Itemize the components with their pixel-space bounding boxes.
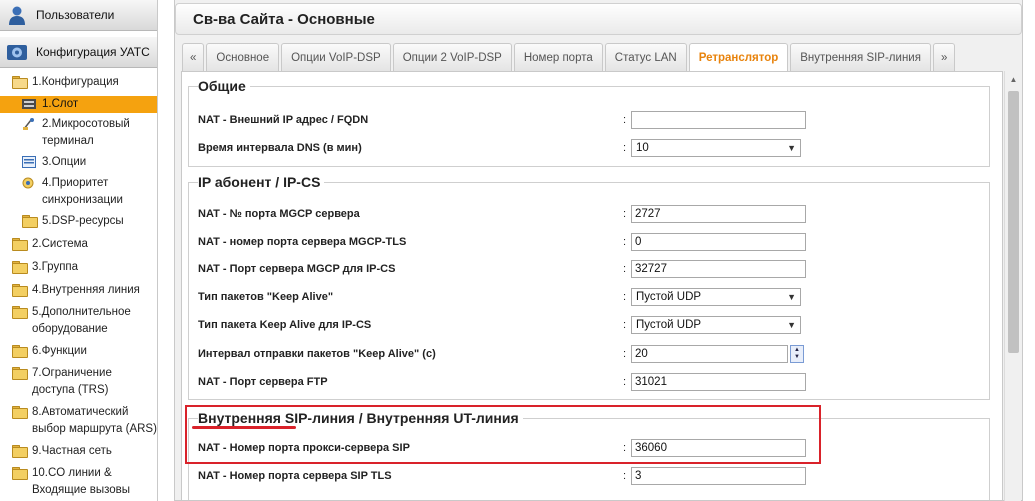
tree-item-group[interactable]: 3.Группа [0, 259, 157, 276]
chevron-down-icon: ▼ [787, 292, 796, 302]
tree-item-private-network[interactable]: 9.Частная сеть [0, 443, 157, 460]
slot-icon [22, 98, 36, 110]
config-tree: 1.Конфигурация 1.Слот 2.Микросотовый тер… [0, 68, 157, 499]
tree-item-co-lines[interactable]: 10.CO линии & Входящие вызовы [0, 465, 157, 499]
sip-tls-port-input[interactable] [631, 467, 806, 485]
folder-icon [12, 445, 26, 457]
chevron-down-icon: ▼ [787, 320, 796, 330]
ftp-port-input[interactable] [631, 373, 806, 391]
tree-item-extension[interactable]: 4.Внутренняя линия [0, 282, 157, 299]
row-external-ip: NAT - Внешний IP адрес / FQDN : [198, 106, 988, 134]
folder-icon [12, 406, 26, 418]
users-icon [6, 4, 28, 26]
main-panel: Св-ва Сайта - Основные « Основное Опции … [174, 0, 1023, 501]
sync-icon [22, 177, 36, 189]
folder-icon [12, 261, 26, 273]
tree-item-system[interactable]: 2.Система [0, 236, 157, 253]
antenna-icon [22, 118, 36, 130]
tab-lan-status[interactable]: Статус LAN [604, 43, 687, 71]
mgcp-ipcs-port-input[interactable] [631, 260, 806, 278]
folder-icon [12, 367, 26, 379]
folder-icon [12, 467, 26, 479]
keepalive-interval-input[interactable] [631, 345, 788, 363]
scrollbar-thumb[interactable] [1008, 91, 1019, 353]
folder-icon [12, 345, 26, 357]
tree-item-dsp[interactable]: 5.DSP-ресурсы [0, 213, 157, 230]
chevron-down-icon: ▼ [787, 143, 796, 153]
folder-icon [12, 306, 26, 318]
row-keepalive-ipcs: Тип пакета Keep Alive для IP-CS : Пустой… [198, 311, 988, 339]
page-title: Св-ва Сайта - Основные [175, 3, 1022, 35]
tab-voip-dsp[interactable]: Опции VoIP-DSP [281, 43, 391, 71]
row-keepalive-type: Тип пакетов "Keep Alive" : Пустой UDP ▼ [198, 283, 988, 311]
row-mgcp-tls-port: NAT - номер порта сервера MGCP-TLS : [198, 228, 988, 256]
folder-icon [22, 215, 36, 227]
row-mgcp-ipcs-port: NAT - Порт сервера MGCP для IP-CS : [198, 255, 988, 283]
tree-item-microcell[interactable]: 2.Микросотовый терминал [0, 116, 157, 150]
dns-interval-select[interactable]: 10 ▼ [631, 139, 801, 157]
tree-item-sync-priority[interactable]: 4.Приоритет синхронизации [0, 175, 157, 209]
tree-item-features[interactable]: 6.Функции [0, 343, 157, 360]
tab-port-number[interactable]: Номер порта [513, 43, 603, 71]
sidebar-header-config-label: Конфигурация УАТС [36, 45, 150, 59]
folder-icon [12, 238, 26, 250]
folder-open-icon [12, 76, 26, 88]
keepalive-ipcs-select[interactable]: Пустой UDP ▼ [631, 316, 801, 334]
pbx-config-icon [6, 41, 28, 63]
sidebar-header-users[interactable]: Пользователи [0, 0, 157, 31]
spinner-arrows-icon[interactable]: ▲ ▼ [790, 345, 804, 363]
tree-item-slot[interactable]: 1.Слот [0, 96, 157, 113]
tree-item-extra-equipment[interactable]: 5.Дополнительное оборудование [0, 304, 157, 338]
tab-scroll-right[interactable]: » [932, 43, 956, 71]
sidebar-header-users-label: Пользователи [36, 8, 115, 22]
vertical-scrollbar[interactable]: ▲ [1004, 71, 1021, 501]
external-ip-input[interactable] [631, 111, 806, 129]
tree-item-configuration[interactable]: 1.Конфигурация [0, 74, 157, 91]
tree-item-trs[interactable]: 7.Ограничение доступа (TRS) [0, 365, 157, 399]
red-highlight-box [185, 405, 821, 464]
row-sip-tls-port: NAT - Номер порта сервера SIP TLS : [198, 462, 988, 490]
tab-voip-dsp-2[interactable]: Опции 2 VoIP-DSP [392, 43, 512, 71]
mgcp-port-input[interactable] [631, 205, 806, 223]
tab-basic[interactable]: Основное [206, 43, 280, 71]
tab-scroll-left[interactable]: « [182, 43, 205, 71]
tab-relay[interactable]: Ретранслятор [688, 43, 789, 72]
keepalive-type-select[interactable]: Пустой UDP ▼ [631, 288, 801, 306]
tab-sip-extension[interactable]: Внутренняя SIP-линия [790, 43, 931, 71]
tree-item-options[interactable]: 3.Опции [0, 154, 157, 171]
folder-icon [12, 284, 26, 296]
mgcp-tls-port-input[interactable] [631, 233, 806, 251]
settings-content: Общие NAT - Внешний IP адрес / FQDN : Вр… [181, 71, 1003, 501]
options-icon [22, 156, 36, 168]
sidebar: Пользователи Конфигурация УАТС 1.Конфигу… [0, 0, 158, 501]
tab-bar: « Основное Опции VoIP-DSP Опции 2 VoIP-D… [182, 43, 957, 72]
red-underline-mark [192, 426, 296, 429]
row-mgcp-port: NAT - № порта MGCP сервера : [198, 200, 988, 228]
row-ftp-port: NAT - Порт сервера FTP : [198, 368, 988, 396]
row-dns-interval: Время интервала DNS (в мин) : 10 ▼ [198, 134, 988, 162]
scroll-up-icon[interactable]: ▲ [1005, 71, 1022, 88]
sidebar-header-config[interactable]: Конфигурация УАТС [0, 37, 157, 68]
tree-item-ars[interactable]: 8.Автоматический выбор маршрута (ARS) [0, 404, 157, 438]
row-keepalive-interval: Интервал отправки пакетов "Keep Alive" (… [198, 340, 988, 368]
